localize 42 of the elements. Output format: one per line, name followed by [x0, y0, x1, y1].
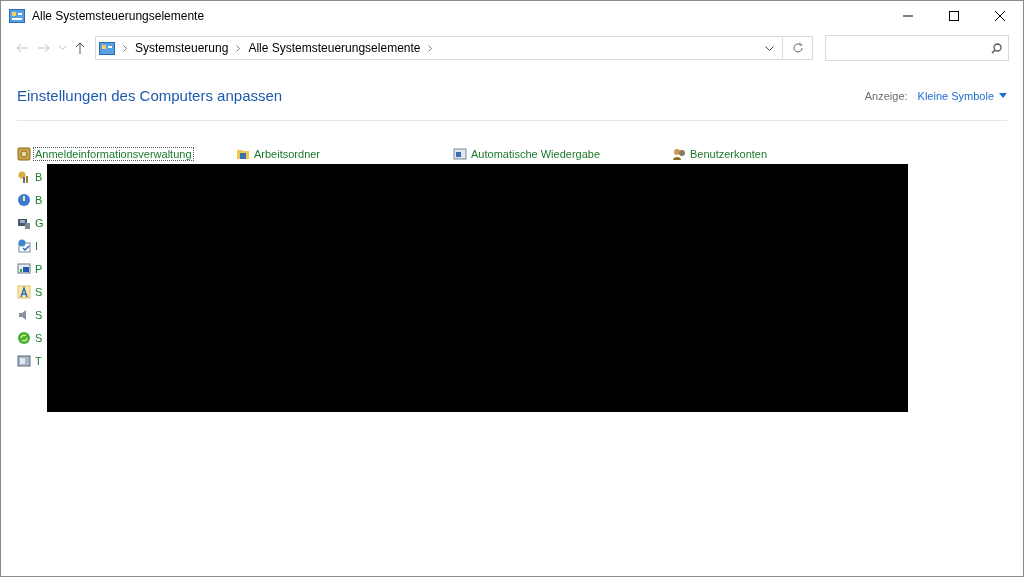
vault-icon [17, 146, 31, 161]
search-field[interactable] [825, 35, 1009, 61]
chevron-icon [428, 44, 433, 52]
control-panel-item[interactable]: Automatische Wiedergabe [469, 146, 602, 161]
sync-icon [17, 330, 31, 345]
control-panel-item[interactable]: S [33, 330, 45, 345]
window-title: Alle Systemsteuerungselemente [32, 9, 206, 23]
refresh-icon [791, 42, 804, 54]
font-icon [17, 284, 31, 299]
search-icon [991, 42, 1002, 54]
close-icon [995, 11, 1005, 21]
control-panel-item[interactable]: B [33, 192, 45, 207]
up-arrow-icon [75, 42, 85, 54]
forward-arrow-icon [38, 43, 50, 53]
view-label: Anzeige: [864, 89, 908, 102]
caret-icon [999, 93, 1007, 98]
control-panel-item[interactable]: S [33, 284, 45, 299]
control-panel-item[interactable]: Benutzerkonten [688, 146, 770, 161]
chevron-icon [236, 44, 241, 52]
page-heading: Einstellungen des Computers anpassen [17, 87, 284, 104]
control-panel-item[interactable]: S [33, 307, 45, 322]
control-panel-item[interactable]: I [33, 238, 41, 253]
control-panel-item[interactable]: G [33, 215, 46, 230]
control-panel-item[interactable]: T [33, 353, 44, 368]
maximize-icon [949, 11, 959, 21]
control-panel-item[interactable]: Arbeitsordner [252, 146, 323, 161]
control-panel-item[interactable]: Anmeldeinformationsverwaltung [33, 146, 194, 161]
users-icon [672, 146, 686, 161]
monitor-icon [17, 261, 31, 276]
breadcrumb-item[interactable]: Systemsteuerung [135, 41, 229, 55]
control-panel-item[interactable]: B [33, 169, 45, 184]
chevron-icon [123, 44, 127, 52]
control-panel-icon [99, 41, 115, 55]
caret-icon [58, 46, 66, 50]
view-dropdown[interactable]: Kleine Symbole [917, 89, 1007, 102]
caret-icon [764, 45, 774, 51]
window-icon [453, 146, 467, 161]
back-arrow-icon [16, 43, 28, 53]
control-panel-item[interactable]: P [33, 261, 45, 276]
address-bar[interactable]: Systemsteuerung Alle Systemsteuerungselemente [95, 36, 783, 60]
control-panel-icon [9, 9, 25, 23]
breadcrumb-item[interactable]: Alle Systemsteuerungselemente [248, 41, 421, 55]
